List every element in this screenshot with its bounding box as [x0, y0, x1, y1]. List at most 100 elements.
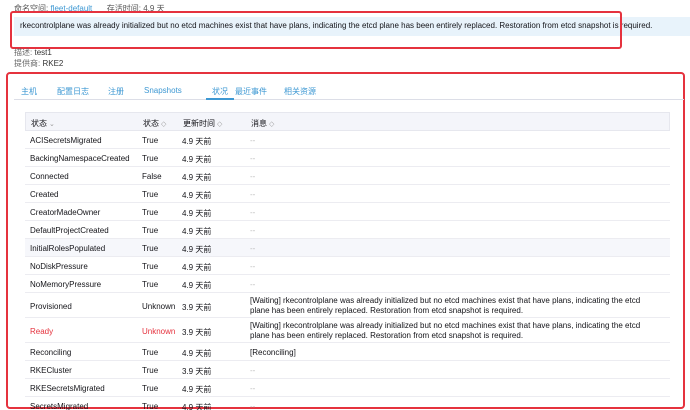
sort-icon: ◇ — [217, 121, 223, 128]
table-row: BackingNamespaceCreated True 4.9 天前 -- — [25, 149, 670, 167]
condition-status: True — [142, 262, 159, 271]
condition-message: -- — [250, 262, 256, 271]
condition-status: True — [142, 280, 159, 289]
tab-snapshots[interactable]: Snapshots — [144, 86, 182, 95]
condition-updated: 4.9 天前 — [182, 227, 212, 236]
tab-config-log[interactable]: 配置日志 — [57, 86, 89, 97]
provider-line: 提供商: RKE2 — [14, 58, 63, 69]
condition-status: Unknown — [142, 302, 176, 311]
condition-message: [Reconciling] — [250, 348, 296, 357]
condition-status: False — [142, 172, 162, 181]
condition-message: -- — [250, 190, 256, 199]
tab-related-resources[interactable]: 相关资源 — [284, 86, 316, 97]
condition-updated: 4.9 天前 — [182, 385, 212, 394]
sort-icon: ◇ — [161, 121, 167, 128]
table-row: InitialRolesPopulated True 4.9 天前 -- — [25, 239, 670, 257]
condition-type: Reconciling — [30, 348, 72, 357]
description-line: 描述: test1 — [14, 47, 52, 58]
header-status[interactable]: 状态 ◇ — [143, 118, 166, 129]
tab-conditions[interactable]: 状况 — [212, 86, 228, 97]
condition-message: -- — [250, 172, 256, 181]
condition-updated: 4.9 天前 — [182, 263, 212, 272]
condition-status: Unknown — [142, 327, 176, 336]
condition-message: -- — [250, 226, 256, 235]
condition-updated: 4.9 天前 — [182, 281, 212, 290]
table-row: Provisioned Unknown 3.9 天前 [Waiting] rkecon… — [25, 293, 670, 318]
condition-type: Ready — [30, 327, 54, 336]
condition-type: NoDiskPressure — [30, 262, 88, 271]
condition-message: -- — [250, 366, 256, 375]
condition-status: True — [142, 136, 159, 145]
condition-updated: 3.9 天前 — [182, 367, 212, 376]
condition-updated: 4.9 天前 — [182, 155, 212, 164]
table-row: Reconciling True 4.9 天前 [Reconciling] — [25, 343, 670, 361]
sort-icon: ◇ — [269, 121, 275, 128]
condition-status: True — [142, 366, 159, 375]
condition-status: True — [142, 154, 159, 163]
active-tab-indicator — [206, 98, 234, 100]
condition-status: True — [142, 244, 159, 253]
condition-updated: 4.9 天前 — [182, 245, 212, 254]
condition-updated: 4.9 天前 — [182, 209, 212, 218]
condition-updated: 3.9 天前 — [182, 328, 212, 337]
tab-hosts[interactable]: 主机 — [21, 86, 37, 97]
condition-updated: 4.9 天前 — [182, 403, 212, 410]
condition-message: [Waiting] rkecontrolplane was already in… — [250, 321, 641, 340]
provider-value: RKE2 — [42, 59, 64, 68]
table-row: ACISecretsMigrated True 4.9 天前 -- — [25, 131, 670, 149]
condition-type: RKECluster — [30, 366, 72, 375]
table-row: NoMemoryPressure True 4.9 天前 -- — [25, 275, 670, 293]
table-row: NoDiskPressure True 4.9 天前 -- — [25, 257, 670, 275]
condition-message: -- — [250, 244, 256, 253]
description-label: 描述: — [14, 48, 33, 57]
condition-type: InitialRolesPopulated — [30, 244, 106, 253]
condition-message: -- — [250, 384, 256, 393]
condition-updated: 4.9 天前 — [182, 349, 212, 358]
condition-type: ACISecretsMigrated — [30, 136, 102, 145]
header-message[interactable]: 消息 ◇ — [251, 118, 274, 129]
description-value: test1 — [34, 48, 52, 57]
table-row: RKESecretsMigrated True 4.9 天前 -- — [25, 379, 670, 397]
table-row: CreatorMadeOwner True 4.9 天前 -- — [25, 203, 670, 221]
header-type[interactable]: 状态 ⌄ — [31, 118, 55, 129]
condition-message: -- — [250, 154, 256, 163]
table-row: DefaultProjectCreated True 4.9 天前 -- — [25, 221, 670, 239]
condition-type: Created — [30, 190, 59, 199]
annotation-box-banner — [10, 11, 622, 49]
condition-type: RKESecretsMigrated — [30, 384, 105, 393]
condition-type: Provisioned — [30, 302, 72, 311]
condition-message: [Waiting] rkecontrolplane was already in… — [250, 296, 641, 315]
detail-tabs: 主机 配置日志 注册 Snapshots 状况 最近事件 相关资源 — [14, 82, 684, 100]
table-row: Ready Unknown 3.9 天前 [Waiting] rkecontrolpl… — [25, 318, 670, 343]
condition-status: True — [142, 384, 159, 393]
table-row: Created True 4.9 天前 -- — [25, 185, 670, 203]
condition-status: True — [142, 348, 159, 357]
condition-status: True — [142, 402, 159, 410]
condition-updated: 4.9 天前 — [182, 137, 212, 146]
condition-status: True — [142, 226, 159, 235]
tab-recent-events[interactable]: 最近事件 — [235, 86, 267, 97]
condition-updated: 4.9 天前 — [182, 191, 212, 200]
table-row: SecretsMigrated True 4.9 天前 -- — [25, 397, 670, 410]
condition-message: -- — [250, 402, 256, 410]
condition-type: CreatorMadeOwner — [30, 208, 101, 217]
condition-message: -- — [250, 280, 256, 289]
header-updated[interactable]: 更新时间 ◇ — [183, 118, 222, 129]
condition-type: BackingNamespaceCreated — [30, 154, 130, 163]
condition-updated: 3.9 天前 — [182, 303, 212, 312]
condition-status: True — [142, 190, 159, 199]
table-header: 状态 ⌄ 状态 ◇ 更新时间 ◇ 消息 ◇ — [25, 112, 670, 131]
condition-type: Connected — [30, 172, 69, 181]
condition-type: SecretsMigrated — [30, 402, 89, 410]
condition-message: -- — [250, 136, 256, 145]
tab-registration[interactable]: 注册 — [108, 86, 124, 97]
condition-updated: 4.9 天前 — [182, 173, 212, 182]
condition-type: NoMemoryPressure — [30, 280, 102, 289]
provider-label: 提供商: — [14, 59, 41, 68]
condition-type: DefaultProjectCreated — [30, 226, 109, 235]
condition-status: True — [142, 208, 159, 217]
table-row: RKECluster True 3.9 天前 -- — [25, 361, 670, 379]
condition-message: -- — [250, 208, 256, 217]
sort-down-icon: ⌄ — [49, 121, 55, 128]
table-row: Connected False 4.9 天前 -- — [25, 167, 670, 185]
